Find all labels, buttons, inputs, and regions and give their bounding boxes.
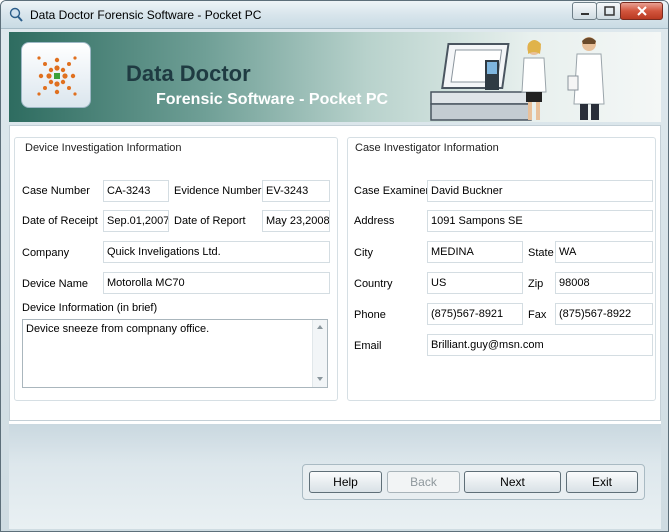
- date-of-receipt-label: Date of Receipt: [22, 215, 98, 227]
- device-name-label: Device Name: [22, 278, 89, 290]
- phone-field[interactable]: (875)567-8921: [427, 303, 523, 325]
- device-section-title: Device Investigation Information: [23, 142, 184, 154]
- maximize-button[interactable]: [596, 2, 621, 20]
- case-investigator-panel: Case Investigator Information Case Exami…: [347, 137, 656, 401]
- app-icon: [9, 7, 23, 22]
- logo-icon: [37, 56, 77, 96]
- brand-subtitle: Forensic Software - Pocket PC: [156, 91, 389, 108]
- back-button[interactable]: Back: [387, 471, 460, 493]
- case-number-field[interactable]: CA-3243: [103, 180, 169, 202]
- device-info-scrollbar[interactable]: [312, 320, 327, 387]
- date-of-report-label: Date of Report: [174, 215, 246, 227]
- fax-label: Fax: [528, 309, 547, 321]
- state-field[interactable]: WA: [555, 241, 653, 263]
- device-info-label: Device Information (in brief): [22, 302, 158, 314]
- evidence-number-label: Evidence Number: [174, 185, 262, 197]
- email-label: Email: [354, 340, 382, 352]
- title-bar: Data Doctor Forensic Software - Pocket P…: [1, 1, 668, 29]
- minimize-icon: [581, 13, 589, 15]
- app-window: Data Doctor Forensic Software - Pocket P…: [0, 0, 669, 532]
- phone-label: Phone: [354, 309, 386, 321]
- device-info-text: Device sneeze from compnany office.: [26, 323, 210, 335]
- help-button[interactable]: Help: [309, 471, 382, 493]
- company-field[interactable]: Quick Inveligations Ltd.: [103, 241, 330, 263]
- brand-title: Data Doctor: [126, 61, 251, 86]
- window-title: Data Doctor Forensic Software - Pocket P…: [30, 8, 262, 22]
- next-button[interactable]: Next: [464, 471, 561, 493]
- minimize-button[interactable]: [572, 2, 597, 20]
- zip-label: Zip: [528, 278, 544, 290]
- email-field[interactable]: Brilliant.guy@msn.com: [427, 334, 653, 356]
- address-field[interactable]: 1091 Sampons SE: [427, 210, 653, 232]
- country-field[interactable]: US: [427, 272, 523, 294]
- fax-field[interactable]: (875)567-8922: [555, 303, 653, 325]
- country-label: Country: [354, 278, 393, 290]
- exit-button[interactable]: Exit: [566, 471, 638, 493]
- address-label: Address: [354, 215, 395, 227]
- case-examiner-label: Case Examiner: [354, 185, 430, 197]
- scroll-down-icon[interactable]: [317, 377, 323, 381]
- state-label: State: [528, 247, 554, 259]
- case-number-label: Case Number: [22, 185, 90, 197]
- company-label: Company: [22, 247, 70, 259]
- city-field[interactable]: MEDINA: [427, 241, 523, 263]
- device-name-field[interactable]: Motorolla MC70: [103, 272, 330, 294]
- city-label: City: [354, 247, 373, 259]
- maximize-icon: [604, 6, 615, 16]
- case-examiner-field[interactable]: David Buckner: [427, 180, 653, 202]
- date-of-report-field[interactable]: May 23,2008: [262, 210, 330, 232]
- close-button[interactable]: [620, 2, 663, 20]
- device-info-textarea[interactable]: Device sneeze from compnany office.: [22, 319, 328, 388]
- header-banner: Data Doctor Forensic Software - Pocket P…: [9, 32, 661, 122]
- investigator-section-title: Case Investigator Information: [353, 142, 501, 154]
- evidence-number-field[interactable]: EV-3243: [262, 180, 330, 202]
- logo: [21, 42, 91, 108]
- form-area: Device Investigation Information Case Nu…: [9, 125, 661, 421]
- footer-divider: [9, 421, 661, 424]
- close-icon: [637, 6, 647, 16]
- scroll-up-icon[interactable]: [317, 325, 323, 329]
- technicians-illustration: [521, 37, 605, 120]
- zip-field[interactable]: 98008: [555, 272, 653, 294]
- date-of-receipt-field[interactable]: Sep.01,2007: [103, 210, 169, 232]
